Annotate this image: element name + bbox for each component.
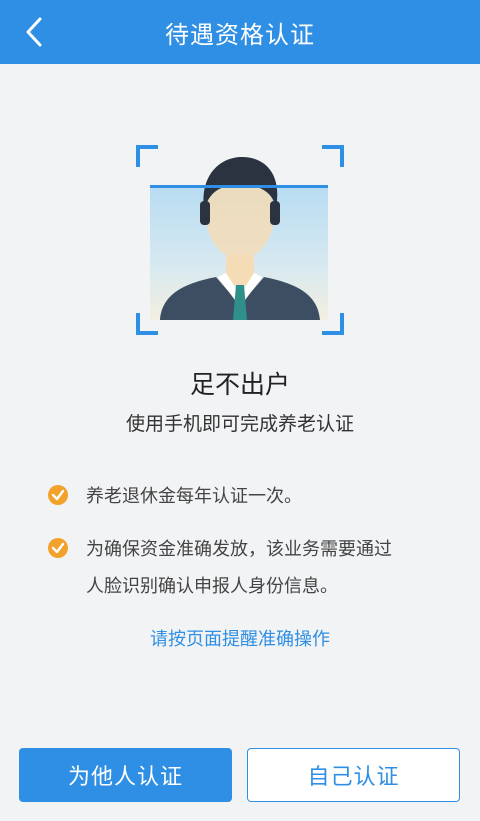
- top-bar: 待遇资格认证: [0, 0, 480, 64]
- verify-for-others-button[interactable]: 为他人认证: [19, 748, 232, 802]
- back-arrow-icon: [26, 17, 42, 47]
- note-text: 为确保资金准确发放，该业务需要通过 人脸识别确认申报人身份信息。: [86, 531, 392, 605]
- main-title: 足不出户: [189, 370, 290, 399]
- note-text-line: 人脸识别确认申报人身份信息。: [86, 576, 338, 597]
- face-scan-illustration: [136, 145, 344, 335]
- operation-hint-link[interactable]: 请按页面提醒准确操作: [0, 625, 480, 651]
- note-text-line: 为确保资金准确发放，该业务需要通过: [86, 539, 392, 560]
- note-text: 养老退休金每年认证一次。: [86, 486, 302, 507]
- notes-list: 养老退休金每年认证一次。 为确保资金准确发放，该业务需要通过 人脸识别确认申报人…: [48, 478, 448, 621]
- note-item: 为确保资金准确发放，该业务需要通过 人脸识别确认申报人身份信息。: [48, 531, 448, 605]
- subtitle: 使用手机即可完成养老认证: [125, 413, 354, 435]
- back-button[interactable]: [16, 14, 52, 50]
- page-title: 待遇资格认证: [165, 20, 315, 49]
- verify-self-button[interactable]: 自己认证: [247, 748, 460, 802]
- note-item: 养老退休金每年认证一次。: [48, 478, 448, 515]
- check-circle-icon: [48, 538, 68, 558]
- check-circle-icon: [48, 485, 68, 505]
